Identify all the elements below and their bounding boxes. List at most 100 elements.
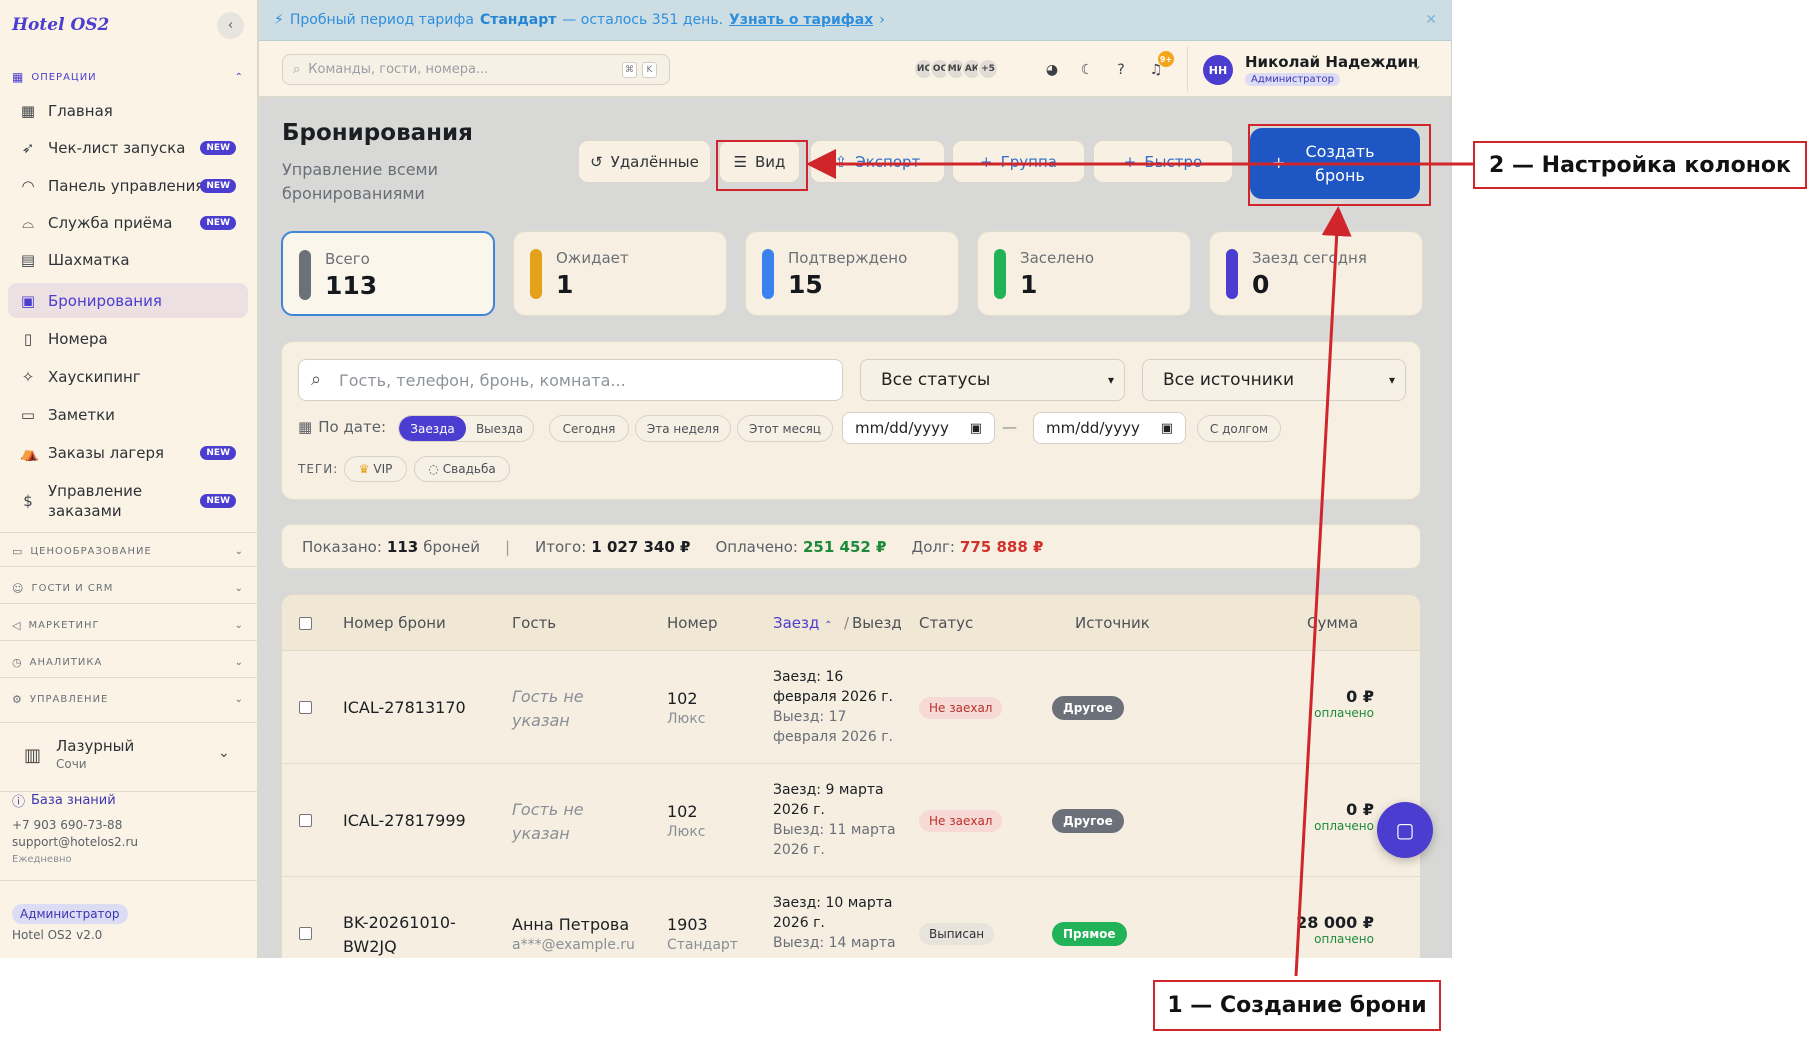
stat-card-total[interactable]: Всего 113 (281, 231, 495, 316)
chevron-down-icon[interactable]: ⌄ (1412, 58, 1422, 72)
hotel-switcher[interactable]: ▥ Лазурный Сочи ⌄ (0, 722, 258, 792)
knowledge-base-link[interactable]: ⓘ База знаний (12, 791, 116, 810)
app-logo[interactable]: Hotel OS2 (12, 15, 109, 35)
stat-card-checked-in[interactable]: Заселено 1 (977, 231, 1191, 316)
online-users[interactable]: ИС ОС МИ АК +5 (913, 58, 999, 80)
booking-id[interactable]: BK-20261010-BW2JQ (343, 911, 483, 958)
stat-card-confirmed[interactable]: Подтверждено 15 (745, 231, 959, 316)
screenshot-stage: Hotel OS2 ‹ ▦ ОПЕРАЦИИ ⌃ ▦ Главная ➶ Чек… (0, 0, 1818, 1049)
toggle-checkin[interactable]: Заезда (399, 416, 466, 441)
user-name[interactable]: Николай Надеждин (1245, 53, 1418, 71)
stat-value: 15 (788, 270, 823, 299)
chat-button[interactable]: ▢ (1377, 802, 1433, 858)
support-phone[interactable]: +7 903 690-73-88 (12, 818, 122, 832)
chip-this-week[interactable]: Эта неделя (635, 415, 731, 442)
table-row[interactable]: ICAL-27817999 Гость не указан 102 Люкс З… (282, 764, 1420, 877)
sidebar-item-order-management[interactable]: $ Управление заказами NEW (8, 478, 248, 524)
trial-rest: — осталось 351 день. (562, 12, 724, 28)
sidebar-item-launch-checklist[interactable]: ➶ Чек-лист запуска NEW (8, 134, 248, 162)
tag-wedding[interactable]: ◌ Свадьба (414, 456, 510, 482)
stat-value: 113 (325, 271, 378, 300)
sidebar-item-label: Служба приёма (48, 214, 173, 232)
toggle-checkout[interactable]: Выезда (466, 416, 533, 441)
kbd-cmd: ⌘ (622, 62, 637, 78)
section-guests-crm[interactable]: ☺ ГОСТИ И CRM ⌄ (12, 582, 244, 595)
support-email[interactable]: support@hotelos2.ru (12, 835, 138, 849)
chip-with-debt[interactable]: С долгом (1197, 415, 1281, 442)
sidebar-item-notes[interactable]: ▭ Заметки (8, 401, 248, 429)
sidebar-item-bookings[interactable]: ▣ Бронирования (8, 283, 248, 318)
room-number: 102 (667, 802, 698, 821)
col-header-sum[interactable]: Сумма (1307, 614, 1358, 632)
tent-icon: ⛺ (20, 444, 39, 462)
help-icon[interactable]: ? (1108, 57, 1134, 83)
close-icon[interactable]: ✕ (1425, 12, 1437, 28)
moon-icon[interactable]: ☾ (1074, 57, 1100, 83)
command-search-input[interactable]: ⌕ Команды, гости, номера... ⌘ K (282, 54, 670, 85)
col-header-source[interactable]: Источник (1075, 614, 1150, 632)
col-header-number[interactable]: Номер брони (343, 614, 446, 632)
support-hours: Ежедневно (12, 854, 72, 865)
sort-up-icon: ⌃ (824, 620, 833, 631)
sidebar-item-housekeeping[interactable]: ✧ Хаускипинг (8, 363, 248, 391)
calendar-icon: ▣ (1160, 420, 1173, 436)
divider (0, 532, 258, 533)
status-select[interactable]: Все статусы ▾ (860, 359, 1125, 401)
user-avatar[interactable]: НН (1203, 55, 1233, 85)
clipboard-icon: ▣ (20, 291, 36, 310)
section-analytics[interactable]: ◷ АНАЛИТИКА ⌄ (12, 656, 244, 669)
section-label: ГОСТИ И CRM (31, 583, 114, 594)
date-from-input[interactable]: mm/dd/yyyy ▣ (842, 412, 995, 444)
collapse-sidebar-button[interactable]: ‹ (217, 12, 244, 39)
quick-button[interactable]: + Быстро (1093, 140, 1233, 183)
booking-id[interactable]: ICAL-27817999 (343, 811, 466, 830)
col-header-checkin[interactable]: Заезд ⌃ (773, 614, 833, 632)
paid-status: оплачено (1314, 932, 1374, 946)
deleted-button[interactable]: ↺ Удалённые (578, 140, 711, 183)
note-icon: ▭ (20, 406, 36, 424)
bell-icon[interactable]: ♫ 9+ (1143, 51, 1174, 83)
chip-today[interactable]: Сегодня (549, 415, 629, 442)
col-header-checkout[interactable]: Выезд (852, 614, 902, 632)
section-pricing[interactable]: ▭ ЦЕНООБРАЗОВАНИЕ ⌄ (12, 545, 244, 558)
section-marketing[interactable]: ◁ МАРКЕТИНГ ⌄ (12, 619, 244, 632)
table-row[interactable]: BK-20261010-BW2JQ Анна Петрова a***@exam… (282, 877, 1420, 958)
palette-icon[interactable]: ◕ (1039, 57, 1065, 83)
trial-banner: ⚡ Пробный период тарифа Стандарт — остал… (259, 0, 1451, 41)
sidebar-item-chessboard[interactable]: ▤ Шахматка (8, 246, 248, 274)
clock-icon: ◷ (12, 656, 23, 669)
col-header-room[interactable]: Номер (667, 614, 718, 632)
sidebar-item-camp-orders[interactable]: ⛺ Заказы лагеря NEW (8, 439, 248, 467)
sidebar-item-dashboard[interactable]: ◠ Панель управления NEW (8, 172, 248, 200)
source-select[interactable]: Все источники ▾ (1142, 359, 1406, 401)
divider (0, 603, 258, 604)
section-management[interactable]: ⚙ УПРАВЛЕНИЕ ⌄ (12, 693, 244, 706)
tag-vip[interactable]: ♛ VIP (344, 456, 407, 482)
row-checkbox[interactable] (299, 927, 312, 940)
select-all-checkbox[interactable] (299, 617, 312, 630)
sidebar-item-rooms[interactable]: ▯ Номера (8, 325, 248, 353)
pricing-link[interactable]: Узнать о тарифах (729, 12, 873, 28)
section-operations[interactable]: ▦ ОПЕРАЦИИ ⌃ (12, 70, 244, 84)
new-badge: NEW (200, 446, 236, 460)
booking-search-input[interactable]: ⌕ Гость, телефон, бронь, комната... (298, 359, 843, 401)
chip-this-month[interactable]: Этот месяц (737, 415, 833, 442)
sidebar-item-front-desk[interactable]: ⌓ Служба приёма NEW (8, 209, 248, 237)
export-button[interactable]: ⇪ Экспорт (810, 140, 945, 183)
stat-card-arrivals-today[interactable]: Заезд сегодня 0 (1209, 231, 1423, 316)
summary-shown-label: Показано: (302, 537, 382, 556)
stat-card-pending[interactable]: Ожидает 1 (513, 231, 727, 316)
row-checkbox[interactable] (299, 701, 312, 714)
group-button[interactable]: + Группа (952, 140, 1085, 183)
table-row[interactable]: ICAL-27813170 Гость не указан 102 Люкс З… (282, 651, 1420, 764)
role-badge: Администратор (12, 904, 128, 924)
row-checkbox[interactable] (299, 814, 312, 827)
sidebar-item-home[interactable]: ▦ Главная (8, 97, 248, 125)
col-header-guest[interactable]: Гость (512, 614, 556, 632)
summary-debt: 775 888 ₽ (959, 537, 1044, 556)
new-badge: NEW (200, 216, 236, 230)
upload-icon: ⇪ (834, 152, 848, 171)
booking-id[interactable]: ICAL-27813170 (343, 698, 466, 717)
date-to-input[interactable]: mm/dd/yyyy ▣ (1033, 412, 1186, 444)
col-header-status[interactable]: Статус (919, 614, 973, 632)
